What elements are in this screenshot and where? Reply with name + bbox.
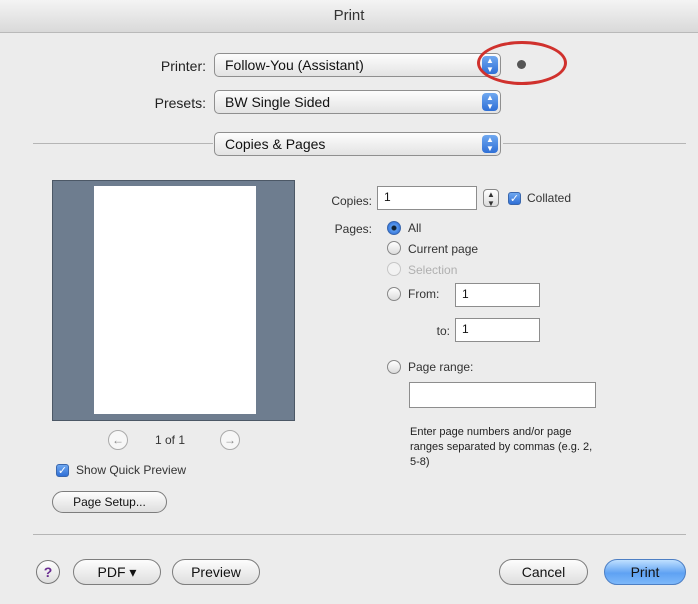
pages-all-label: All — [408, 221, 422, 235]
arrow-left-icon: ← — [112, 433, 124, 447]
preview-page — [94, 186, 256, 414]
panel-select[interactable]: Copies & Pages ▲ ▼ — [214, 132, 501, 156]
arrow-right-icon: → — [224, 433, 236, 447]
printer-select[interactable]: Follow-You (Assistant) ▲ ▼ — [214, 53, 501, 77]
from-input[interactable]: 1 — [455, 283, 540, 307]
pages-current-label: Current page — [408, 242, 479, 256]
help-button[interactable]: ? — [36, 560, 60, 584]
pages-from-radio[interactable] — [387, 287, 401, 301]
preview-button[interactable]: Preview — [172, 559, 260, 585]
printer-value: Follow-You (Assistant) — [225, 57, 364, 73]
annotation-circle — [477, 41, 567, 85]
previous-page-button[interactable]: ← — [108, 430, 128, 450]
pages-all-radio[interactable] — [387, 221, 401, 235]
cancel-button[interactable]: Cancel — [499, 559, 588, 585]
next-page-button[interactable]: → — [220, 430, 240, 450]
presets-label: Presets: — [154, 95, 206, 111]
print-button[interactable]: Print — [604, 559, 686, 585]
presets-value: BW Single Sided — [225, 94, 331, 110]
presets-select[interactable]: BW Single Sided ▲ ▼ — [214, 90, 501, 114]
panel-value: Copies & Pages — [225, 136, 326, 152]
collated-checkbox[interactable]: ✓ — [508, 192, 521, 205]
separator — [33, 143, 213, 144]
pages-current-radio[interactable] — [387, 241, 401, 255]
show-quick-preview-checkbox[interactable]: ✓ — [56, 464, 69, 477]
pages-from-label: From: — [408, 287, 440, 301]
separator — [33, 534, 686, 535]
page-setup-button[interactable]: Page Setup... — [52, 491, 167, 513]
page-indicator: 1 of 1 — [155, 433, 186, 447]
pdf-menu-button[interactable]: PDF ▾ — [73, 559, 161, 585]
window-title: Print — [0, 0, 698, 33]
separator — [503, 143, 686, 144]
pages-range-label: Page range: — [408, 360, 474, 374]
popup-arrows-icon: ▲ ▼ — [482, 135, 498, 153]
copies-input[interactable]: 1 — [377, 186, 477, 210]
copies-label: Copies: — [331, 194, 372, 208]
show-quick-preview-label: Show Quick Preview — [76, 463, 187, 477]
copies-stepper[interactable]: ▲ ▼ — [483, 189, 499, 208]
popup-arrows-icon: ▲ ▼ — [482, 93, 498, 111]
pages-selection-label: Selection — [408, 263, 458, 277]
pages-range-radio[interactable] — [387, 360, 401, 374]
pages-selection-radio — [387, 262, 401, 276]
collated-label: Collated — [527, 191, 572, 205]
page-range-hint: Enter page numbers and/or page ranges se… — [410, 426, 593, 468]
to-input[interactable]: 1 — [455, 318, 540, 342]
page-range-input[interactable] — [409, 382, 596, 408]
to-label: to: — [436, 324, 450, 338]
printer-label: Printer: — [160, 58, 206, 74]
pages-label: Pages: — [334, 222, 372, 236]
